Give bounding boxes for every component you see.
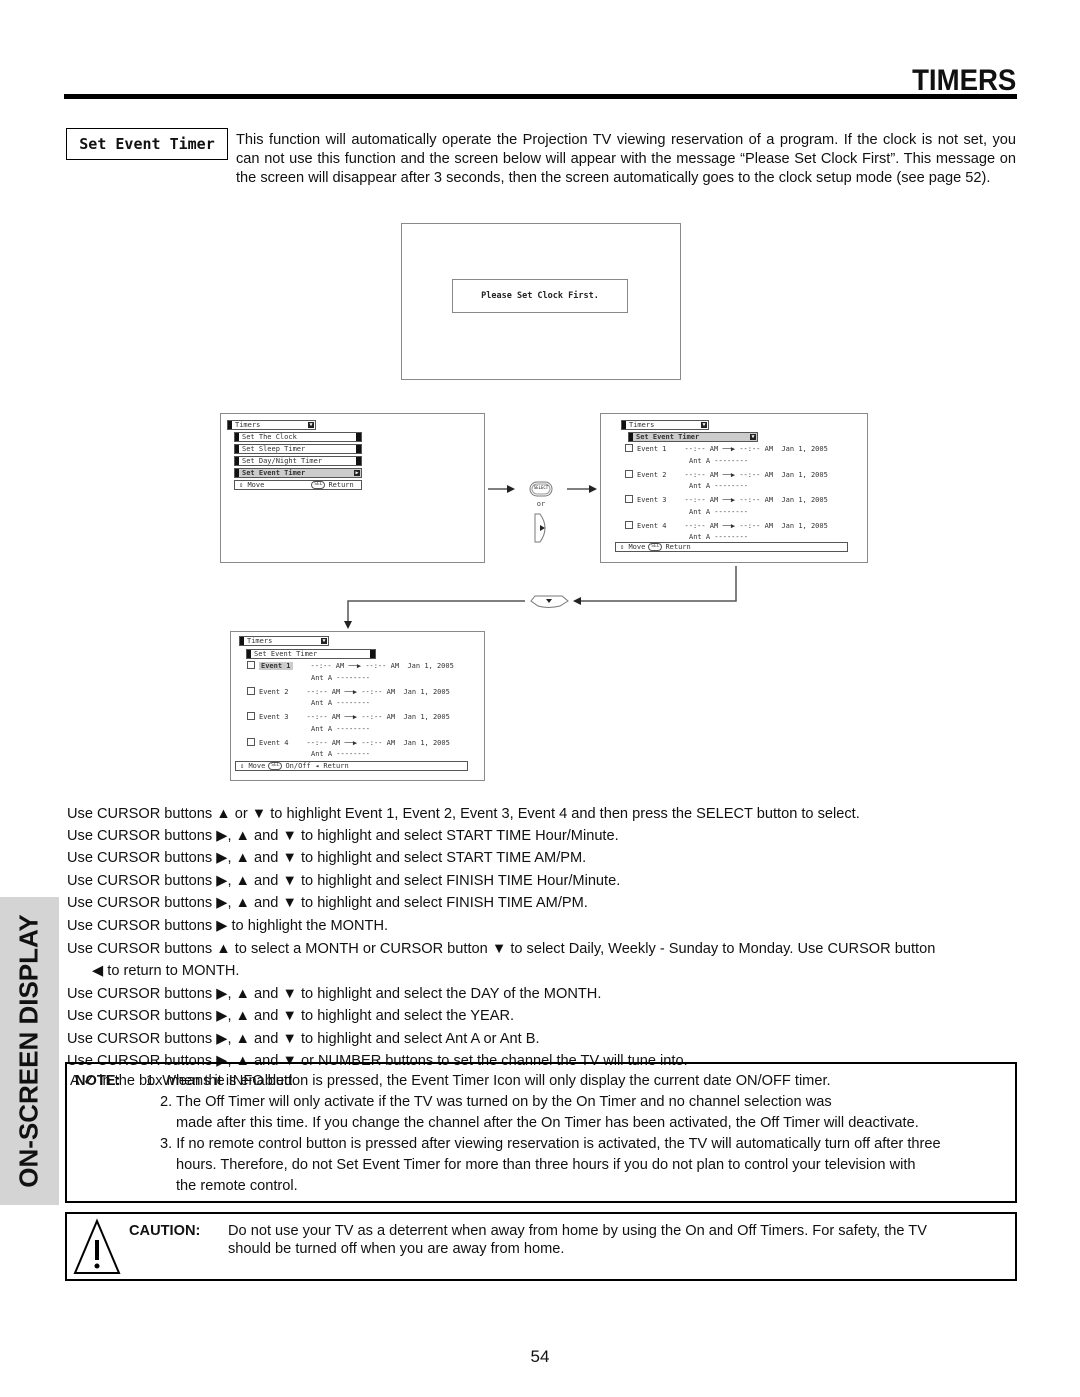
arrow-right-icon: ──▶ bbox=[340, 738, 362, 747]
event-antenna-row: Ant A -------- bbox=[311, 725, 370, 733]
event-label: Event 3 bbox=[259, 713, 289, 721]
left-arrow-icon: ◂ bbox=[310, 762, 324, 770]
arrow-right-icon: ──▶ bbox=[340, 713, 362, 721]
hint-move: Move bbox=[248, 762, 266, 770]
updown-arrows-icon: ⇕ bbox=[240, 762, 249, 770]
event-checkbox[interactable] bbox=[247, 737, 255, 746]
arrow-head-down-icon bbox=[344, 621, 352, 629]
event-footer-hint-onoff: ⇕ Move SEL On/Off ◂ Return bbox=[235, 761, 468, 771]
event-row[interactable]: Event 4 --:-- AM ──▶ --:-- AM Jan 1, 2005 bbox=[247, 737, 450, 747]
instruction-line: ◀ to return to MONTH. bbox=[92, 963, 240, 979]
event-finish-time[interactable]: --:-- AM bbox=[361, 739, 395, 747]
instruction-line: Use CURSOR buttons ▶, ▲ and ▼ to highlig… bbox=[67, 986, 602, 1002]
hint-onoff: On/Off bbox=[285, 762, 311, 770]
event-antenna[interactable]: Ant A bbox=[311, 699, 332, 707]
instruction-line: Use CURSOR buttons ▶ to highlight the MO… bbox=[67, 918, 389, 934]
event-channel[interactable]: -------- bbox=[336, 699, 370, 707]
arrow-head-right-icon bbox=[507, 485, 515, 493]
instruction-line: Use CURSOR buttons ▲ or ▼ to highlight E… bbox=[67, 806, 860, 822]
sel-button-icon: SEL bbox=[268, 762, 283, 770]
or-label: or bbox=[536, 500, 546, 508]
caution-label: CAUTION: bbox=[129, 1223, 201, 1239]
event-label: Event 4 bbox=[259, 738, 289, 747]
instruction-line: Use CURSOR buttons ▶, ▲ and ▼ to highlig… bbox=[67, 1031, 540, 1047]
note-item-1: 1. When the INFO button is pressed, the … bbox=[146, 1073, 831, 1089]
note-item-3-cont: hours. Therefore, do not Set Event Timer… bbox=[176, 1157, 916, 1173]
event-start-time[interactable]: --:-- AM bbox=[307, 713, 341, 721]
caution-box: CAUTION: Do not use your TV as a deterre… bbox=[65, 1212, 1017, 1281]
arrow-line bbox=[347, 600, 525, 622]
instruction-line: Use CURSOR buttons ▶, ▲ and ▼ to highlig… bbox=[67, 1008, 515, 1024]
event-date[interactable]: Jan 1, 2005 bbox=[403, 739, 449, 747]
instruction-line: Use CURSOR buttons ▶, ▲ and ▼ to highlig… bbox=[67, 828, 619, 844]
side-tab-label: ON-SCREEN DISPLAY bbox=[13, 914, 44, 1188]
note-item-2-cont: made after this time. If you change the … bbox=[176, 1115, 919, 1131]
page-number: 54 bbox=[530, 1347, 550, 1366]
event-antenna[interactable]: Ant A bbox=[311, 725, 332, 733]
note-item-3: 3. If no remote control button is presse… bbox=[160, 1136, 941, 1152]
caution-text-line1: Do not use your TV as a deterrent when a… bbox=[228, 1223, 927, 1239]
flow-arrows bbox=[344, 481, 737, 629]
instruction-line: Use CURSOR buttons ▲ to select a MONTH o… bbox=[67, 941, 936, 957]
cursor-right-button-icon bbox=[534, 513, 546, 543]
event-antenna-row: Ant A -------- bbox=[311, 699, 370, 707]
event-channel[interactable]: -------- bbox=[336, 725, 370, 733]
hint-return: Return bbox=[323, 762, 349, 770]
arrow-line bbox=[581, 566, 737, 602]
arrow-head-left-icon bbox=[573, 597, 581, 605]
event-start-time[interactable]: --:-- AM bbox=[307, 739, 341, 747]
note-label: NOTE: bbox=[75, 1073, 121, 1089]
warning-triangle-icon bbox=[73, 1218, 121, 1274]
arrow-head-right-icon bbox=[589, 485, 597, 493]
instruction-line: Use CURSOR buttons ▶, ▲ and ▼ to highlig… bbox=[67, 873, 621, 889]
cursor-down-button-icon bbox=[530, 595, 569, 608]
event-row[interactable]: Event 3 --:-- AM ──▶ --:-- AM Jan 1, 2005 bbox=[247, 712, 450, 721]
note-item-3-cont2: the remote control. bbox=[176, 1178, 298, 1194]
event-date[interactable]: Jan 1, 2005 bbox=[403, 713, 449, 721]
event-finish-time[interactable]: --:-- AM bbox=[361, 713, 395, 721]
select-button-label: SELECT bbox=[533, 485, 549, 490]
event-antenna-row: Ant A -------- bbox=[311, 750, 370, 758]
event-channel[interactable]: -------- bbox=[336, 750, 370, 758]
note-item-2: 2. The Off Timer will only activate if t… bbox=[160, 1094, 832, 1110]
event-antenna[interactable]: Ant A bbox=[311, 750, 332, 758]
event-checkbox[interactable] bbox=[247, 712, 255, 720]
note-box: A ✓ in the box means it is enabled. NOTE… bbox=[65, 1062, 1017, 1203]
instruction-line: Use CURSOR buttons ▶, ▲ and ▼ to highlig… bbox=[67, 850, 587, 866]
instruction-line: Use CURSOR buttons ▶, ▲ and ▼ to highlig… bbox=[67, 895, 588, 911]
caution-text-line2: should be turned off when you are away f… bbox=[228, 1241, 565, 1257]
